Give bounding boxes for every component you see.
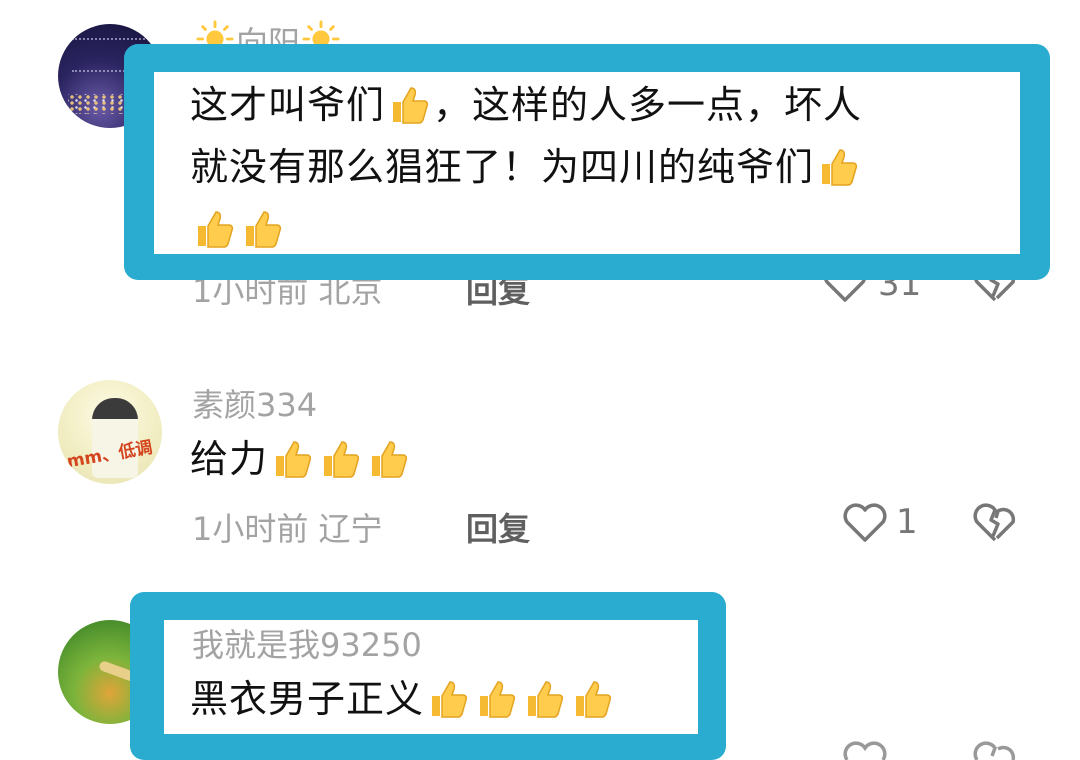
comment-text-segment: ，这样的人多一点，坏人 — [433, 83, 863, 127]
comment-username[interactable]: 我就是我93250 — [192, 620, 422, 666]
thumbs-up-icon — [528, 681, 564, 718]
comment-time: 1小时前 — [192, 510, 309, 548]
comment-text-segment: 黑衣男子正义 — [190, 677, 425, 721]
thumbs-up-icon — [432, 681, 468, 718]
thumbs-up-icon — [480, 681, 516, 718]
comment-line — [190, 198, 1020, 260]
dislike-broken-heart-icon[interactable] — [972, 740, 1018, 760]
thumbs-up-icon — [576, 681, 612, 718]
comment-meta: 1小时前 辽宁 — [192, 504, 383, 550]
like-count: 1 — [896, 502, 918, 542]
comment-list-page: 向阳 1小时前 北京 回复 31 这才叫爷们 ，这样的人多一点，坏人 就没有那么猖… — [0, 0, 1080, 760]
thumbs-up-icon — [372, 441, 408, 478]
avatar[interactable]: mm、低调 — [58, 380, 162, 484]
comment-line: 这才叫爷们 ，这样的人多一点，坏人 — [190, 74, 1020, 136]
thumbs-up-icon — [393, 87, 429, 124]
thumbs-up-icon — [198, 211, 234, 248]
dislike-broken-heart-icon[interactable] — [972, 502, 1018, 544]
comment-text: 给力 — [190, 428, 412, 490]
thumbs-up-icon — [822, 149, 858, 186]
thumbs-up-icon — [324, 441, 360, 478]
comment-text-segment: 就没有那么猖狂了！为四川的纯爷们 — [190, 145, 815, 189]
comment-text-segment: 这才叫爷们 — [190, 83, 386, 127]
like-heart-icon[interactable] — [842, 740, 888, 760]
comment-text: 黑衣男子正义 — [190, 668, 616, 730]
comment-text: 这才叫爷们 ，这样的人多一点，坏人 就没有那么猖狂了！为四川的纯爷们 — [190, 74, 1020, 260]
comment-text-segment: 给力 — [190, 437, 269, 481]
like-heart-icon[interactable] — [842, 502, 888, 544]
thumbs-up-icon — [246, 211, 282, 248]
comment-location: 辽宁 — [318, 510, 383, 548]
comment-username[interactable]: 素颜334 — [192, 380, 317, 426]
thumbs-up-icon — [276, 441, 312, 478]
comment-line: 就没有那么猖狂了！为四川的纯爷们 — [190, 136, 1020, 198]
reply-button[interactable]: 回复 — [466, 504, 530, 550]
